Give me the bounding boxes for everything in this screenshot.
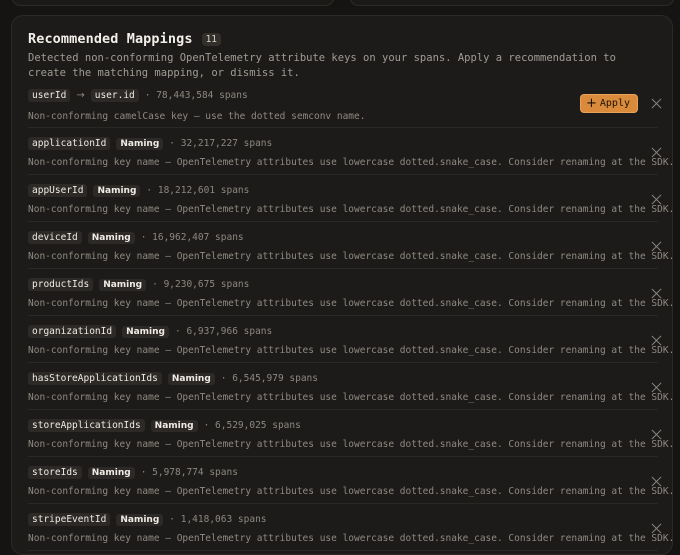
dismiss-close-icon[interactable] [652,194,662,204]
mapping-note: Non-conforming key name — OpenTelemetry … [28,486,675,497]
span-count: · 18,212,601 spans [146,185,250,196]
attribute-key-chip: applicationId [28,137,111,150]
span-count: · 6,529,025 spans [203,420,301,431]
naming-badge: Naming [93,184,141,197]
naming-badge: Naming [99,278,147,291]
target-key-chip: user.id [90,89,139,102]
mapping-header: applicationId Naming · 32,217,227 spans [28,137,272,150]
mapping-note: Non-conforming key name — OpenTelemetry … [28,251,675,262]
span-count: · 5,978,774 spans [140,467,238,478]
source-key-chip: userId [28,89,71,102]
dismiss-close-icon[interactable] [652,98,662,108]
attribute-key-chip: stripeEventId [28,513,111,526]
mapping-row: productIds Naming · 9,230,675 spans Non-… [28,269,674,316]
mapping-header: storeIds Naming · 5,978,774 spans [28,466,238,479]
mapping-row: deviceId Naming · 16,962,407 spans Non-c… [28,222,674,269]
dismiss-close-icon[interactable] [652,382,662,392]
mapping-row: applicationId Naming · 32,217,227 spans … [28,128,674,175]
mapping-note: Non-conforming camelCase key — use the d… [28,111,366,122]
naming-badge: Naming [116,513,164,526]
count-badge: 11 [201,32,222,46]
dismiss-close-icon[interactable] [652,335,662,345]
dismiss-close-icon[interactable] [652,523,662,533]
span-count: · 16,962,407 spans [140,232,244,243]
plus-icon: + [585,96,597,111]
previous-card-right [349,0,675,6]
mapping-note: Non-conforming key name — OpenTelemetry … [28,157,675,168]
panel-description: Detected non-conforming OpenTelemetry at… [28,52,616,79]
attribute-key-chip: organizationId [28,325,117,338]
span-count: · 6,545,979 spans [220,373,318,384]
mapping-header: userId → user.id · 78,443,584 spans [28,89,248,102]
mapping-header: storeApplicationIds Naming · 6,529,025 s… [28,419,301,432]
attribute-key-chip: appUserId [28,184,88,197]
span-count: · 9,230,675 spans [152,279,250,290]
span-count: · 78,443,584 spans [144,90,248,101]
mapping-row: organizationId Naming · 6,937,966 spans … [28,316,674,363]
dismiss-close-icon[interactable] [652,288,662,298]
mapping-row: storeApplicationIds Naming · 6,529,025 s… [28,410,674,457]
mapping-note: Non-conforming key name — OpenTelemetry … [28,345,675,356]
mapping-header: deviceId Naming · 16,962,407 spans [28,231,244,244]
naming-badge: Naming [122,325,169,338]
mapping-row: userId → user.id · 78,443,584 spans Non-… [28,86,658,128]
attribute-key-chip: storeApplicationIds [28,419,145,432]
mapping-header: productIds Naming · 9,230,675 spans [28,278,249,291]
naming-badge: Naming [116,137,164,150]
panel-title: Recommended Mappings [28,31,193,47]
attribute-key-chip: productIds [28,278,94,291]
naming-badge: Naming [87,231,135,244]
mapping-note: Non-conforming key name — OpenTelemetry … [28,439,675,450]
mapping-note: Non-conforming key name — OpenTelemetry … [28,533,675,544]
span-count: · 32,217,227 spans [169,138,273,149]
attribute-key-chip: storeIds [28,466,82,479]
span-count: · 1,418,063 spans [169,514,267,525]
apply-button[interactable]: + Apply [579,94,638,113]
mapping-row: hasStoreApplicationIds Naming · 6,545,97… [28,363,674,410]
arrow-right-icon: → [76,90,85,101]
apply-label: Apply [599,98,630,109]
mapping-header: organizationId Naming · 6,937,966 spans [28,325,272,338]
dismiss-close-icon[interactable] [652,429,662,439]
mapping-note: Non-conforming key name — OpenTelemetry … [28,298,675,309]
recommended-mappings-panel: Recommended Mappings 11 Detected non-con… [11,15,674,555]
panel-header: Recommended Mappings 11 [28,31,222,47]
mapping-header: appUserId Naming · 18,212,601 spans [28,184,249,197]
mapping-row: storeIds Naming · 5,978,774 spans Non-co… [28,457,674,504]
mapping-note: Non-conforming key name — OpenTelemetry … [28,392,675,403]
naming-badge: Naming [87,466,135,479]
mapping-header: stripeEventId Naming · 1,418,063 spans [28,513,267,526]
naming-badge: Naming [167,372,215,385]
naming-badge: Naming [150,419,198,432]
span-count: · 6,937,966 spans [175,326,273,337]
attribute-key-chip: hasStoreApplicationIds [28,372,162,385]
attribute-key-chip: deviceId [28,231,82,244]
mapping-header: hasStoreApplicationIds Naming · 6,545,97… [28,372,318,385]
dismiss-close-icon[interactable] [652,476,662,486]
mapping-list: userId → user.id · 78,443,584 spans Non-… [28,86,674,551]
dismiss-close-icon[interactable] [652,147,662,157]
mapping-note: Non-conforming key name — OpenTelemetry … [28,204,675,215]
mapping-row: stripeEventId Naming · 1,418,063 spans N… [28,504,674,551]
previous-card-left [11,0,335,6]
mapping-row: appUserId Naming · 18,212,601 spans Non-… [28,175,674,222]
dismiss-close-icon[interactable] [652,241,662,251]
